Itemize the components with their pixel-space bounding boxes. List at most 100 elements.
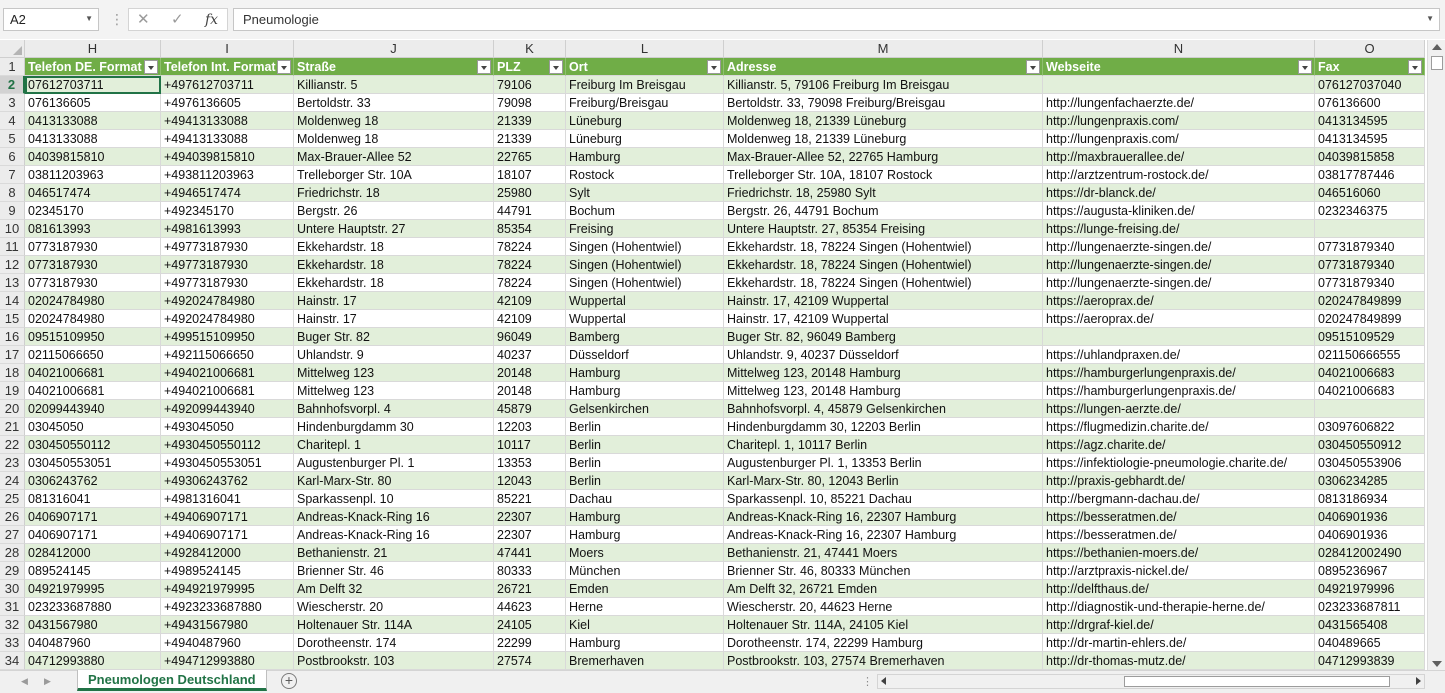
cell-l[interactable]: Wuppertal	[566, 292, 724, 310]
cell-h[interactable]: 03811203963	[25, 166, 161, 184]
cell-n[interactable]: https://uhlandpraxen.de/	[1043, 346, 1315, 364]
row-number[interactable]: 19	[0, 382, 25, 400]
cell-o[interactable]: 030450553906	[1315, 454, 1425, 472]
scroll-right-icon[interactable]	[1416, 677, 1421, 685]
cell-j[interactable]: Andreas-Knack-Ring 16	[294, 508, 494, 526]
cell-l[interactable]: Moers	[566, 544, 724, 562]
cell-k[interactable]: 96049	[494, 328, 566, 346]
cell-h[interactable]: 0406907171	[25, 526, 161, 544]
cell-j[interactable]: Brienner Str. 46	[294, 562, 494, 580]
cell-l[interactable]: Emden	[566, 580, 724, 598]
cell-j[interactable]: Hainstr. 17	[294, 292, 494, 310]
cell-m[interactable]: Karl-Marx-Str. 80, 12043 Berlin	[724, 472, 1043, 490]
cell-i[interactable]: +494712993880	[161, 652, 294, 670]
cell-m[interactable]: Andreas-Knack-Ring 16, 22307 Hamburg	[724, 508, 1043, 526]
cell-n[interactable]: https://hamburgerlungenpraxis.de/	[1043, 364, 1315, 382]
cell-i[interactable]: +4981316041	[161, 490, 294, 508]
cell-j[interactable]: Bahnhofsvorpl. 4	[294, 400, 494, 418]
column-header-k[interactable]: K	[494, 40, 566, 58]
cell-i[interactable]: +49413133088	[161, 130, 294, 148]
cell-h[interactable]: 02024784980	[25, 310, 161, 328]
cell-o[interactable]: 046516060	[1315, 184, 1425, 202]
cell-i[interactable]: +4976136605	[161, 94, 294, 112]
cell-o[interactable]: 07731879340	[1315, 238, 1425, 256]
cell-k[interactable]: 44623	[494, 598, 566, 616]
row-number[interactable]: 1	[0, 58, 25, 76]
cell-l[interactable]: Berlin	[566, 418, 724, 436]
cell-l[interactable]: Hamburg	[566, 148, 724, 166]
cell-m[interactable]: Friedrichstr. 18, 25980 Sylt	[724, 184, 1043, 202]
column-header-i[interactable]: I	[161, 40, 294, 58]
cell-k[interactable]: 22299	[494, 634, 566, 652]
cell-j[interactable]: Bergstr. 26	[294, 202, 494, 220]
column-header-h[interactable]: H	[25, 40, 161, 58]
cell-j[interactable]: Wiescherstr. 20	[294, 598, 494, 616]
cell-k[interactable]: 10117	[494, 436, 566, 454]
cell-o[interactable]: 04021006683	[1315, 364, 1425, 382]
row-number[interactable]: 22	[0, 436, 25, 454]
cell-k[interactable]: 78224	[494, 238, 566, 256]
cell-k[interactable]: 47441	[494, 544, 566, 562]
cell-j[interactable]: Ekkehardstr. 18	[294, 256, 494, 274]
next-sheet-icon[interactable]: ▶	[44, 676, 51, 687]
cell-m[interactable]: Mittelweg 123, 20148 Hamburg	[724, 382, 1043, 400]
scroll-left-icon[interactable]	[881, 677, 886, 685]
cell-n[interactable]: https://infektiologie-pneumologie.charit…	[1043, 454, 1315, 472]
cell-m[interactable]: Killianstr. 5, 79106 Freiburg Im Breisga…	[724, 76, 1043, 94]
row-number[interactable]: 13	[0, 274, 25, 292]
header-cell[interactable]: PLZ	[494, 58, 566, 76]
cell-j[interactable]: Holtenauer Str. 114A	[294, 616, 494, 634]
cell-n[interactable]: https://hamburgerlungenpraxis.de/	[1043, 382, 1315, 400]
horizontal-scrollbar[interactable]	[877, 674, 1425, 689]
cell-o[interactable]: 04712993839	[1315, 652, 1425, 670]
cell-i[interactable]: +499515109950	[161, 328, 294, 346]
cell-j[interactable]: Ekkehardstr. 18	[294, 274, 494, 292]
cell-m[interactable]: Am Delft 32, 26721 Emden	[724, 580, 1043, 598]
cell-o[interactable]: 0406901936	[1315, 526, 1425, 544]
cell-n[interactable]: http://lungenpraxis.com/	[1043, 112, 1315, 130]
row-number[interactable]: 4	[0, 112, 25, 130]
cell-h[interactable]: 089524145	[25, 562, 161, 580]
cell-o[interactable]: 03817787446	[1315, 166, 1425, 184]
cell-i[interactable]: +4930450550112	[161, 436, 294, 454]
cell-i[interactable]: +494039815810	[161, 148, 294, 166]
cell-n[interactable]	[1043, 328, 1315, 346]
cell-k[interactable]: 85221	[494, 490, 566, 508]
cell-h[interactable]: 023233687880	[25, 598, 161, 616]
header-cell[interactable]: Straße	[294, 58, 494, 76]
cell-n[interactable]: http://lungenaerzte-singen.de/	[1043, 274, 1315, 292]
cell-k[interactable]: 80333	[494, 562, 566, 580]
cell-j[interactable]: Moldenweg 18	[294, 112, 494, 130]
enter-icon[interactable]: ✓	[171, 10, 184, 28]
cell-l[interactable]: Singen (Hohentwiel)	[566, 238, 724, 256]
chevron-down-icon[interactable]: ▼	[85, 14, 93, 23]
cell-i[interactable]: +494021006681	[161, 382, 294, 400]
cell-i[interactable]: +4928412000	[161, 544, 294, 562]
cell-m[interactable]: Sparkassenpl. 10, 85221 Dachau	[724, 490, 1043, 508]
cell-l[interactable]: Hamburg	[566, 634, 724, 652]
cell-i[interactable]: +494921979995	[161, 580, 294, 598]
cell-l[interactable]: Lüneburg	[566, 112, 724, 130]
cell-o[interactable]: 0413134595	[1315, 112, 1425, 130]
select-all-button[interactable]	[0, 40, 25, 58]
cell-l[interactable]: Lüneburg	[566, 130, 724, 148]
cell-i[interactable]: +492024784980	[161, 310, 294, 328]
header-cell[interactable]: Telefon Int. Format	[161, 58, 294, 76]
cell-o[interactable]: 04021006683	[1315, 382, 1425, 400]
cell-n[interactable]: http://drgraf-kiel.de/	[1043, 616, 1315, 634]
expand-formula-icon[interactable]: ▼	[1426, 14, 1434, 23]
row-number[interactable]: 17	[0, 346, 25, 364]
row-number[interactable]: 26	[0, 508, 25, 526]
row-number[interactable]: 27	[0, 526, 25, 544]
cell-n[interactable]: http://lungenpraxis.com/	[1043, 130, 1315, 148]
cell-n[interactable]: https://agz.charite.de/	[1043, 436, 1315, 454]
cell-h[interactable]: 07612703711	[25, 76, 161, 94]
cell-j[interactable]: Bethanienstr. 21	[294, 544, 494, 562]
cell-k[interactable]: 44791	[494, 202, 566, 220]
cell-o[interactable]: 0431565408	[1315, 616, 1425, 634]
cell-l[interactable]: Berlin	[566, 472, 724, 490]
cell-h[interactable]: 02024784980	[25, 292, 161, 310]
cell-i[interactable]: +492099443940	[161, 400, 294, 418]
cell-j[interactable]: Uhlandstr. 9	[294, 346, 494, 364]
cell-o[interactable]: 030450550912	[1315, 436, 1425, 454]
